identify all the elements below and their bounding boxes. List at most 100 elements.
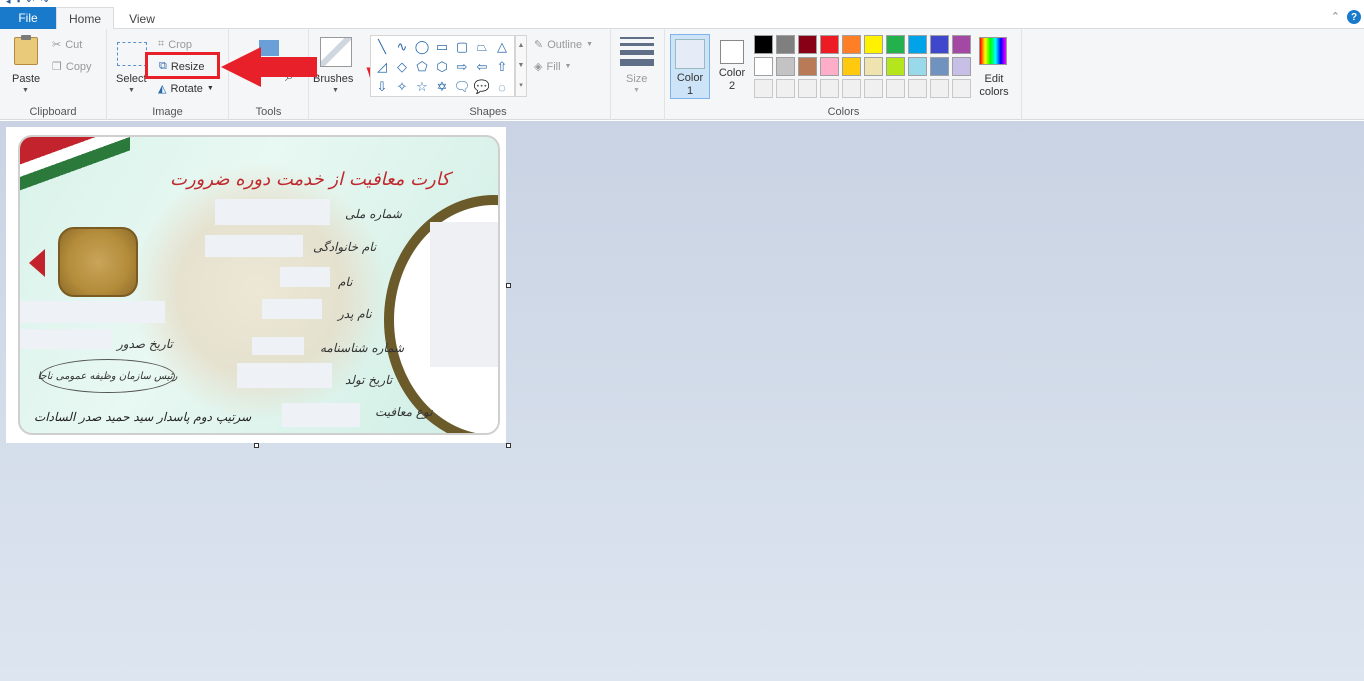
shape-tool-icon[interactable]: ◯ (413, 38, 431, 56)
tab-view[interactable]: View (116, 7, 168, 30)
shape-tool-icon[interactable]: ⇩ (373, 78, 391, 96)
color-swatch[interactable] (930, 79, 949, 98)
edit-colors-icon[interactable] (979, 37, 1007, 65)
crop-label: Crop (168, 38, 193, 51)
drawing-canvas-area[interactable]: کارت معافیت از خدمت دوره ضرورت شماره ملی… (0, 121, 1364, 681)
cut-label: Cut (65, 38, 83, 51)
color-swatch[interactable] (754, 57, 773, 76)
red-arrow-annotation: ۱ (221, 47, 381, 103)
shape-tool-icon[interactable]: 🗨 (453, 78, 471, 96)
resize-handle-bottom[interactable] (254, 443, 259, 448)
card-photo-redacted (430, 222, 498, 367)
shape-tool-icon[interactable]: ✧ (393, 78, 411, 96)
color-swatch[interactable] (930, 35, 949, 54)
tab-home[interactable]: Home (56, 7, 114, 30)
redacted-field (280, 267, 330, 287)
image-canvas[interactable]: کارت معافیت از خدمت دوره ضرورت شماره ملی… (6, 127, 506, 443)
quick-access-icons[interactable]: ◂ ▪ ↶ ↷ (6, 0, 50, 7)
card-title: کارت معافیت از خدمت دوره ضرورت (170, 169, 450, 190)
paste-button[interactable]: Paste (12, 73, 40, 85)
help-icon[interactable]: ? (1347, 10, 1361, 24)
fill-button[interactable]: ◈ Fill ▼ (534, 60, 571, 74)
tools-group-label: Tools (255, 106, 282, 118)
shape-tool-icon[interactable]: ⏢ (473, 38, 491, 56)
color-swatch[interactable] (754, 79, 773, 98)
copy-button[interactable]: ❐ Copy (52, 60, 92, 74)
select-button[interactable]: Select (116, 73, 147, 85)
color-swatch[interactable] (864, 35, 883, 54)
shape-tool-icon[interactable]: ∿ (393, 38, 411, 56)
shape-tool-icon[interactable]: ⇧ (493, 58, 511, 76)
color-swatch[interactable] (776, 79, 795, 98)
size-button[interactable]: Size (626, 73, 647, 85)
flag-emblem (20, 137, 130, 197)
shape-tool-icon[interactable]: ▭ (433, 38, 451, 56)
color-swatch[interactable] (776, 57, 795, 76)
color-swatch[interactable] (820, 35, 839, 54)
color-swatch[interactable] (908, 35, 927, 54)
color-swatch[interactable] (842, 79, 861, 98)
card-stamp: رئیس سازمان وظیفه عمومی ناجا (38, 359, 178, 393)
outline-button[interactable]: ✎ Outline ▼ (534, 38, 593, 52)
paste-dropdown-icon[interactable]: ▼ (22, 87, 29, 94)
color1-button[interactable]: Color 1 (670, 34, 710, 99)
crop-button[interactable]: ⌗ Crop (158, 38, 192, 51)
shape-tool-icon[interactable]: △ (493, 38, 511, 56)
shape-tool-icon[interactable]: ⬠ (413, 58, 431, 76)
shapes-scroll[interactable]: ▲ ▼ ▾ (515, 35, 527, 97)
shape-tool-icon[interactable]: ✡ (433, 78, 451, 96)
color-swatch[interactable] (798, 79, 817, 98)
edit-colors-label-2: colors (979, 86, 1009, 98)
resize-handle-right[interactable] (506, 283, 511, 288)
select-dropdown-icon[interactable]: ▼ (128, 87, 135, 94)
color-swatch[interactable] (820, 57, 839, 76)
minimize-ribbon-icon[interactable]: ⌃ (1331, 10, 1340, 23)
color-swatch[interactable] (886, 35, 905, 54)
resize-handle-corner[interactable] (506, 443, 511, 448)
shape-tool-icon[interactable]: ⇦ (473, 58, 491, 76)
color-swatch[interactable] (864, 57, 883, 76)
title-bar: ◂ ▪ ↶ ↷ (0, 0, 1364, 7)
color-swatch[interactable] (886, 57, 905, 76)
shape-tool-icon[interactable]: ⬡ (433, 58, 451, 76)
color-swatch[interactable] (952, 35, 971, 54)
color-swatch[interactable] (930, 57, 949, 76)
size-dropdown-icon[interactable]: ▼ (633, 87, 640, 94)
shape-tool-icon[interactable]: ⇨ (453, 58, 471, 76)
crop-icon: ⌗ (158, 38, 165, 50)
shape-tool-icon[interactable]: 💬 (473, 78, 491, 96)
color2-button[interactable]: Color 2 (713, 34, 751, 99)
rotate-button[interactable]: ◭ Rotate ▼ (158, 82, 214, 96)
color-swatch[interactable] (776, 35, 795, 54)
tab-file[interactable]: File (0, 7, 56, 29)
color-swatch[interactable] (842, 57, 861, 76)
color-swatch[interactable] (952, 79, 971, 98)
shape-tool-icon[interactable]: ☆ (413, 78, 431, 96)
color-swatch[interactable] (798, 35, 817, 54)
color1-swatch (675, 39, 705, 69)
color-swatch[interactable] (842, 35, 861, 54)
color-swatch[interactable] (886, 79, 905, 98)
redacted-field (262, 299, 322, 319)
color-swatch[interactable] (820, 79, 839, 98)
color-swatch[interactable] (908, 79, 927, 98)
clipboard-group: Paste ▼ ✂ Cut ❐ Copy Clipboard (0, 29, 107, 120)
shape-tool-icon[interactable]: ◇ (393, 58, 411, 76)
edit-colors-button[interactable]: Edit colors (974, 73, 1014, 99)
color-swatch[interactable] (908, 57, 927, 76)
cut-button[interactable]: ✂ Cut (52, 38, 83, 52)
size-icon[interactable] (620, 37, 654, 66)
shape-tool-icon[interactable]: ◌ (493, 78, 511, 96)
color-swatch[interactable] (754, 35, 773, 54)
redacted-field (237, 363, 332, 388)
color-swatch[interactable] (952, 57, 971, 76)
ribbon-tabs: File Home View ⌃ ? (0, 7, 1364, 30)
color-swatch[interactable] (798, 57, 817, 76)
select-icon[interactable] (117, 42, 147, 66)
paste-icon[interactable] (14, 35, 38, 65)
shape-tool-icon[interactable]: ▢ (453, 38, 471, 56)
color-swatch[interactable] (864, 79, 883, 98)
shape-tool-icon[interactable]: ◿ (373, 58, 391, 76)
shapes-group-label: Shapes (469, 106, 507, 118)
shape-tool-icon[interactable]: ╲ (373, 38, 391, 56)
